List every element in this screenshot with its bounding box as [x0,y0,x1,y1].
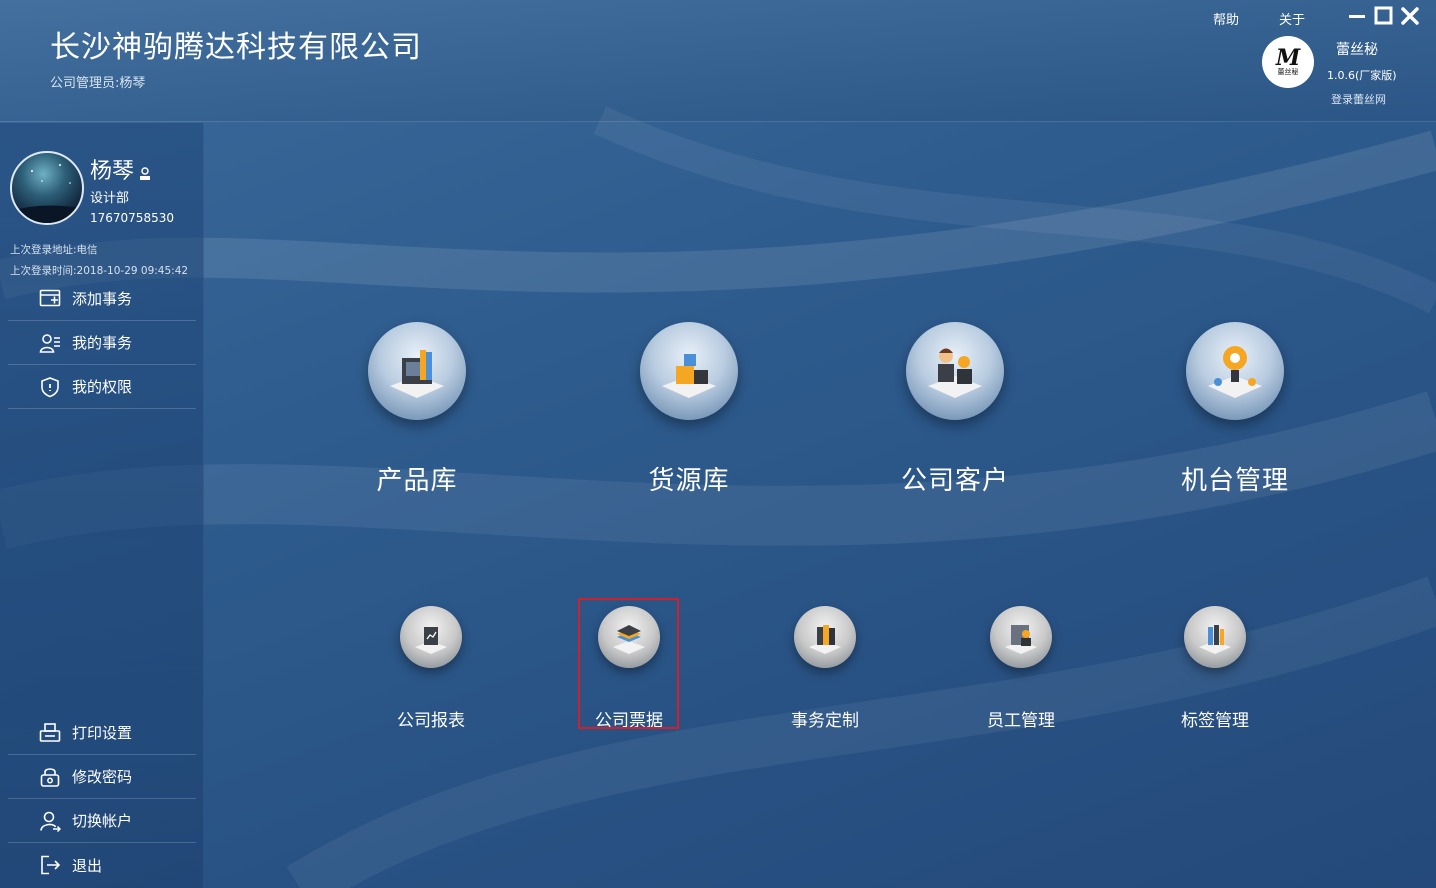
machine-management-icon [1186,322,1284,420]
user-name: 杨琴 [90,159,135,184]
help-link[interactable]: 帮助 [1213,9,1239,28]
tile-company-report-label: 公司报表 [397,711,465,731]
company-name: 长沙神驹腾达科技有限公司 [50,30,422,65]
add-task-icon [38,287,62,311]
product-library-icon [368,322,466,420]
menu-my-permissions[interactable]: 我的权限 [8,365,196,409]
tile-company-report[interactable]: 公司报表 [390,606,472,731]
task-custom-icon [794,606,856,668]
close-button[interactable] [1398,4,1422,28]
tile-product-library[interactable]: 产品库 [358,322,476,497]
brand-logo-text: 蕾丝秘 [1277,67,1299,76]
report-icon [400,606,462,668]
sidebar: 杨琴 设计部 17670758530 上次登录地址:电信 上次登录时间:2018… [0,123,204,888]
menu-logout-label: 退出 [72,856,103,875]
menu-switch-account[interactable]: 切换帐户 [8,799,196,843]
user-switch-icon [38,809,62,833]
brand-logo-mark: M [1275,44,1301,71]
tile-supply-library-label: 货源库 [648,466,730,496]
menu-my-tasks-label: 我的事务 [72,334,133,352]
menu-print-settings-label: 打印设置 [72,724,133,742]
minimize-icon [1349,15,1365,18]
tag-icon [1184,606,1246,668]
user-phone: 17670758530 [90,211,174,225]
brand-logo: M 蕾丝秘 [1262,36,1314,88]
logout-icon [38,853,62,877]
last-login-address: 上次登录地址:电信 [10,244,98,256]
lock-icon [38,765,62,789]
tile-task-customization[interactable]: 事务定制 [782,606,868,731]
last-login-time: 上次登录时间:2018-10-29 09:45:42 [10,265,189,277]
selection-highlight [578,598,679,729]
tile-task-customization-label: 事务定制 [791,711,859,731]
my-tasks-icon [38,331,62,355]
login-site-link[interactable]: 登录蕾丝网 [1331,91,1386,107]
menu-change-password[interactable]: 修改密码 [8,755,196,799]
tile-machine-management[interactable]: 机台管理 [1160,322,1310,497]
header: 长沙神驹腾达科技有限公司 公司管理员:杨琴 帮助 关于 M 蕾丝秘 蕾丝秘 1.… [0,0,1436,122]
menu-switch-account-label: 切换帐户 [72,812,133,830]
maximize-button[interactable] [1372,4,1396,28]
menu-my-permissions-label: 我的权限 [72,378,133,396]
menu-logout[interactable]: 退出 [8,843,196,887]
tile-tag-management[interactable]: 标签管理 [1172,606,1258,731]
maximize-icon [1374,6,1393,25]
shield-icon [38,375,62,399]
minimize-button[interactable] [1346,4,1370,28]
admin-label: 公司管理员:杨琴 [50,76,146,91]
supply-library-icon [640,322,738,420]
tile-customers[interactable]: 公司客户 [880,322,1030,497]
tile-machine-management-label: 机台管理 [1180,466,1289,496]
close-icon [1401,7,1419,25]
tile-product-library-label: 产品库 [376,466,458,496]
user-badge-icon [140,167,150,180]
user-department: 设计部 [90,191,130,206]
avatar-image [12,164,82,223]
brand-name: 蕾丝秘 [1336,42,1378,58]
menu-change-password-label: 修改密码 [72,768,133,786]
avatar[interactable] [10,151,84,225]
about-link[interactable]: 关于 [1279,9,1305,28]
menu-my-tasks[interactable]: 我的事务 [8,321,196,365]
staff-icon [990,606,1052,668]
menu-add-task-label: 添加事务 [72,290,133,308]
brand-version: 1.0.6(厂家版) [1327,69,1397,82]
tile-customers-label: 公司客户 [900,466,1009,496]
menu-add-task[interactable]: 添加事务 [8,277,196,321]
tile-tag-management-label: 标签管理 [1181,711,1249,731]
menu-print-settings[interactable]: 打印设置 [8,711,196,755]
tile-staff-management[interactable]: 员工管理 [978,606,1064,731]
tile-staff-management-label: 员工管理 [987,711,1055,731]
printer-icon [38,721,62,745]
customers-icon [906,322,1004,420]
tile-supply-library[interactable]: 货源库 [630,322,748,497]
